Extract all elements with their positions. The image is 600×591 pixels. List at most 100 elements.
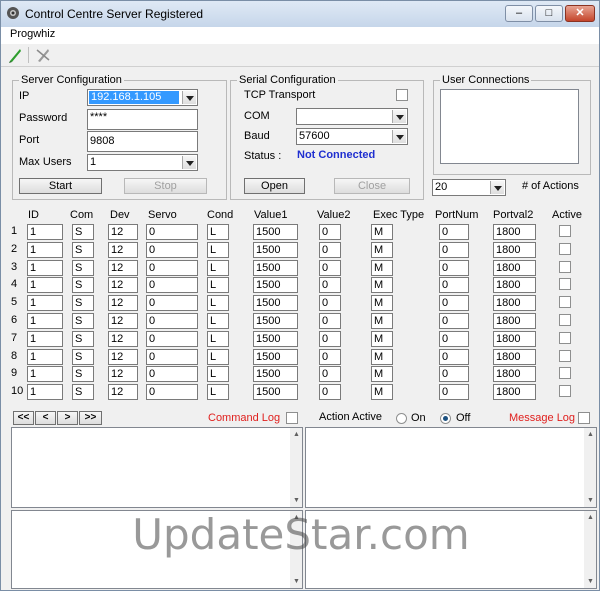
command-log-scrollbar[interactable]: ▲ ▼: [290, 428, 302, 507]
cell-v1[interactable]: 1500: [253, 384, 298, 400]
connect-icon[interactable]: [7, 47, 23, 63]
active-checkbox[interactable]: [559, 243, 571, 255]
cell-com[interactable]: S: [72, 313, 94, 329]
cell-v1[interactable]: 1500: [253, 331, 298, 347]
cell-exec[interactable]: M: [371, 384, 393, 400]
cell-pv2[interactable]: 1800: [493, 313, 536, 329]
cell-v1[interactable]: 1500: [253, 277, 298, 293]
cell-exec[interactable]: M: [371, 331, 393, 347]
cell-dev[interactable]: 12: [108, 224, 138, 240]
cell-v2[interactable]: 0: [319, 384, 341, 400]
cell-v2[interactable]: 0: [319, 349, 341, 365]
message-log-pane[interactable]: ▲ ▼: [305, 427, 597, 508]
message-log-checkbox[interactable]: [578, 412, 590, 424]
cell-servo[interactable]: 0: [146, 366, 198, 382]
cell-dev[interactable]: 12: [108, 331, 138, 347]
cell-cond[interactable]: L: [207, 242, 229, 258]
cell-port[interactable]: 0: [439, 313, 469, 329]
cell-pv2[interactable]: 1800: [493, 224, 536, 240]
cell-id[interactable]: 1: [27, 224, 63, 240]
cell-dev[interactable]: 12: [108, 366, 138, 382]
cell-pv2[interactable]: 1800: [493, 384, 536, 400]
cell-id[interactable]: 1: [27, 331, 63, 347]
cell-com[interactable]: S: [72, 277, 94, 293]
cell-v2[interactable]: 0: [319, 331, 341, 347]
minimize-button[interactable]: –: [505, 5, 533, 22]
cell-dev[interactable]: 12: [108, 277, 138, 293]
cell-com[interactable]: S: [72, 384, 94, 400]
active-checkbox[interactable]: [559, 350, 571, 362]
active-checkbox[interactable]: [559, 367, 571, 379]
cell-servo[interactable]: 0: [146, 224, 198, 240]
password-field[interactable]: ****: [87, 109, 198, 130]
cell-servo[interactable]: 0: [146, 277, 198, 293]
cell-exec[interactable]: M: [371, 366, 393, 382]
cell-v2[interactable]: 0: [319, 295, 341, 311]
cell-id[interactable]: 1: [27, 349, 63, 365]
max-users-combo[interactable]: 1: [87, 154, 198, 171]
chevron-down-icon[interactable]: [182, 91, 196, 104]
command-log-checkbox[interactable]: [286, 412, 298, 424]
command-log-pane[interactable]: ▲ ▼: [11, 427, 303, 508]
active-checkbox[interactable]: [559, 261, 571, 273]
cell-servo[interactable]: 0: [146, 242, 198, 258]
cell-cond[interactable]: L: [207, 331, 229, 347]
cell-v2[interactable]: 0: [319, 242, 341, 258]
baud-combo[interactable]: 57600: [296, 128, 408, 145]
cell-v2[interactable]: 0: [319, 277, 341, 293]
menu-item-progwhiz[interactable]: Progwhiz: [10, 28, 55, 40]
cell-id[interactable]: 1: [27, 277, 63, 293]
action-active-on-radio[interactable]: [396, 413, 407, 424]
cell-cond[interactable]: L: [207, 224, 229, 240]
cell-servo[interactable]: 0: [146, 331, 198, 347]
port-field[interactable]: 9808: [87, 131, 198, 152]
cell-id[interactable]: 1: [27, 260, 63, 276]
next-page-button[interactable]: >: [57, 411, 78, 425]
scroll-down-icon[interactable]: ▼: [293, 578, 300, 585]
cell-port[interactable]: 0: [439, 384, 469, 400]
cell-pv2[interactable]: 1800: [493, 277, 536, 293]
cell-exec[interactable]: M: [371, 277, 393, 293]
active-checkbox[interactable]: [559, 278, 571, 290]
prev-page-button[interactable]: <: [35, 411, 56, 425]
stop-button[interactable]: Stop: [124, 178, 207, 194]
cell-id[interactable]: 1: [27, 366, 63, 382]
title-bar[interactable]: Control Centre Server Registered – □ ✕: [1, 1, 599, 27]
cell-dev[interactable]: 12: [108, 260, 138, 276]
cell-v1[interactable]: 1500: [253, 313, 298, 329]
cell-exec[interactable]: M: [371, 242, 393, 258]
cell-exec[interactable]: M: [371, 224, 393, 240]
cell-v2[interactable]: 0: [319, 366, 341, 382]
cell-dev[interactable]: 12: [108, 242, 138, 258]
ip-combo[interactable]: 192.168.1.105: [87, 89, 198, 106]
cell-id[interactable]: 1: [27, 242, 63, 258]
close-port-button[interactable]: Close: [334, 178, 410, 194]
cell-dev[interactable]: 12: [108, 295, 138, 311]
active-checkbox[interactable]: [559, 332, 571, 344]
cell-cond[interactable]: L: [207, 277, 229, 293]
cell-exec[interactable]: M: [371, 295, 393, 311]
cell-com[interactable]: S: [72, 349, 94, 365]
cell-port[interactable]: 0: [439, 260, 469, 276]
active-checkbox[interactable]: [559, 385, 571, 397]
first-page-button[interactable]: <<: [13, 411, 34, 425]
cell-cond[interactable]: L: [207, 384, 229, 400]
scroll-down-icon[interactable]: ▼: [587, 578, 594, 585]
cell-pv2[interactable]: 1800: [493, 331, 536, 347]
open-button[interactable]: Open: [244, 178, 305, 194]
last-page-button[interactable]: >>: [79, 411, 102, 425]
chevron-down-icon[interactable]: [392, 130, 406, 143]
cell-servo[interactable]: 0: [146, 260, 198, 276]
message-log-scrollbar[interactable]: ▲ ▼: [584, 428, 596, 507]
cell-v1[interactable]: 1500: [253, 224, 298, 240]
cell-cond[interactable]: L: [207, 260, 229, 276]
chevron-down-icon[interactable]: [392, 110, 406, 123]
active-checkbox[interactable]: [559, 225, 571, 237]
maximize-button[interactable]: □: [535, 5, 563, 22]
cell-servo[interactable]: 0: [146, 313, 198, 329]
cell-v2[interactable]: 0: [319, 260, 341, 276]
cell-com[interactable]: S: [72, 331, 94, 347]
cell-port[interactable]: 0: [439, 224, 469, 240]
cell-pv2[interactable]: 1800: [493, 260, 536, 276]
cell-port[interactable]: 0: [439, 366, 469, 382]
